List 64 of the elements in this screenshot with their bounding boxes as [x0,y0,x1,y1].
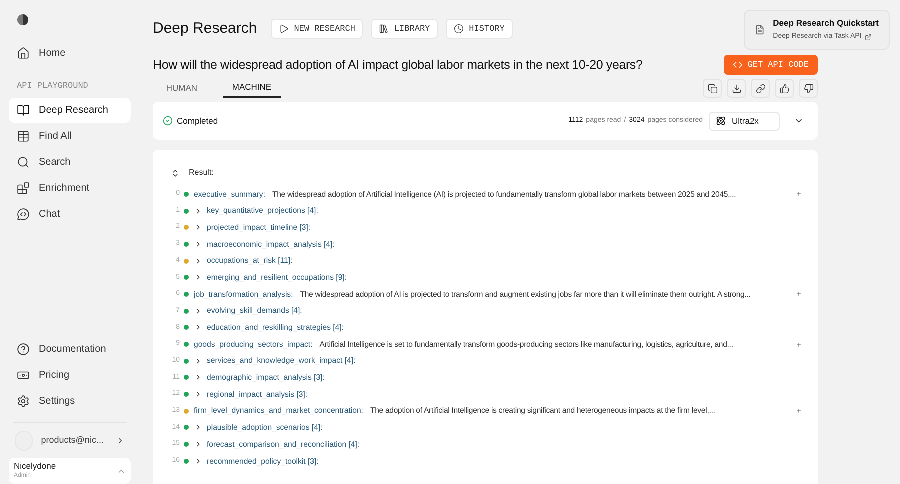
tab[interactable]: MACHINE [223,78,281,98]
blocks-icon [17,182,30,195]
sidebar-item[interactable]: Home [9,41,131,66]
play-icon [279,24,290,34]
search-icon [17,156,30,169]
expand-chevron-icon[interactable] [195,441,202,448]
processor-selector[interactable]: Ultra2x [709,112,780,130]
chat-icon [17,208,30,221]
expand-chevron-icon[interactable] [195,308,202,315]
book-icon [17,104,30,117]
page-title: Deep Research [153,19,258,39]
expand-chevron-icon[interactable] [195,374,202,382]
sidebar-item[interactable]: Documentation [9,337,131,362]
sidebar-item[interactable]: Settings [9,389,131,414]
sidebar-item[interactable]: Chat [9,202,131,227]
expand-chevron-icon[interactable] [195,324,202,332]
plus-icon[interactable] [796,291,802,298]
copy-icon[interactable] [703,79,722,98]
user-menu[interactable]: products@nic... [9,427,131,455]
research-question: How will the widespread adoption of AI impact global labor markets in the next 10-20 years? [153,56,643,74]
download-icon[interactable] [727,79,746,98]
plus-icon[interactable] [796,191,802,198]
link-icon[interactable] [751,79,770,98]
expand-chevron-icon[interactable] [195,358,202,365]
external-link-icon [864,34,872,41]
sidebar-item[interactable]: Pricing [9,363,131,388]
expand-chevron-icon[interactable] [195,258,202,265]
code-icon [732,60,743,70]
quickstart-title: Deep Research Quickstart [773,17,879,30]
expand-collapse-icon[interactable] [171,168,180,178]
result-label: Result: [189,167,214,179]
home-icon [17,47,30,60]
books-icon [379,24,390,34]
thumbs-up-icon[interactable] [775,79,794,98]
clock-icon [454,24,464,34]
plus-icon[interactable] [796,342,802,348]
document-icon [755,25,766,35]
status-label: Completed [177,114,218,128]
sidebar-item[interactable]: Search [9,150,131,175]
banknote-icon [17,369,30,382]
tab[interactable]: HUMAN [153,78,211,98]
expand-chevron-icon[interactable] [195,208,202,215]
settings-icon [17,395,30,408]
sidebar-item[interactable]: Deep Research [9,98,131,123]
sidebar-item[interactable]: Find All [9,124,131,149]
section-label: API PLAYGROUND [17,80,90,93]
expand-chevron-icon[interactable] [195,274,202,282]
help-icon [17,343,30,356]
check-icon [163,116,173,126]
expand-chevron-icon[interactable] [195,424,202,432]
header-button[interactable]: NEW RESEARCH [271,19,364,40]
header-button[interactable]: HISTORY [446,19,513,40]
expand-chevron-icon[interactable] [195,391,202,398]
expand-chevron-icon[interactable] [195,224,202,232]
atom-icon [716,116,726,126]
expand-chevron-icon[interactable] [195,458,202,465]
thumbs-down-icon[interactable] [799,79,818,98]
organization-name: Nicelydone [14,461,56,471]
plus-icon[interactable] [796,408,802,414]
logo-icon [17,14,29,26]
sidebar-item[interactable]: Enrichment [9,176,131,201]
table-icon [17,130,30,143]
header-button[interactable]: LIBRARY [371,19,438,40]
expand-chevron-icon[interactable] [195,240,202,248]
